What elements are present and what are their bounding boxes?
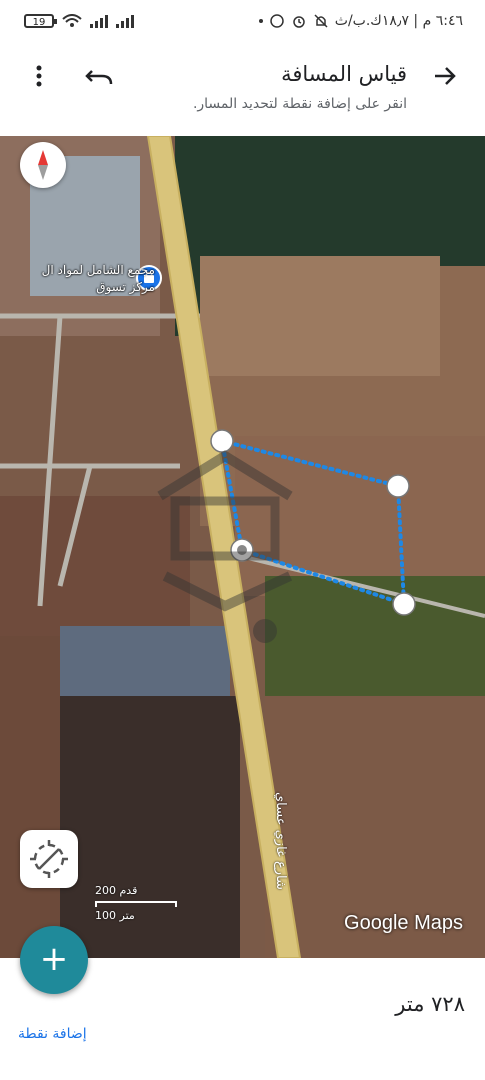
header: قياس المسافة انقر على إضافة نقطة لتحديد … [0, 50, 485, 136]
route-point[interactable] [392, 592, 416, 616]
scale-bar [95, 901, 177, 907]
arrow-right-icon[interactable] [431, 62, 459, 90]
undo-icon[interactable] [84, 62, 114, 90]
route-point[interactable] [210, 429, 234, 453]
whatsapp-icon [270, 14, 284, 28]
plus-icon: + [39, 939, 69, 979]
google-maps-attribution: Google Maps [344, 912, 463, 934]
alarm-icon [293, 16, 305, 28]
mute-icon [314, 14, 328, 28]
route-point[interactable] [386, 474, 410, 498]
scale-metric: 100 متر [95, 909, 135, 922]
locate-button[interactable] [20, 830, 78, 888]
place-name: مجمع الشامل لمواد ال [41, 263, 155, 277]
place-label[interactable]: مجمع الشامل لمواد ال مركز تسوق [42, 262, 155, 296]
wifi-icon [62, 14, 82, 27]
add-point-link[interactable]: إضافة نقطة [18, 1026, 87, 1042]
page-title: قياس المسافة [281, 62, 407, 86]
location-disabled-icon [30, 840, 68, 878]
add-point-fab[interactable]: + [20, 926, 88, 994]
street-label: شارع غازي عساي [273, 792, 288, 890]
map-scale: 200 قدم 100 متر [95, 884, 215, 924]
compass-button[interactable] [20, 142, 66, 188]
distance-value: ٧٢٨ متر [395, 992, 465, 1016]
more-vert-icon[interactable] [28, 62, 50, 90]
scale-imperial: 200 قدم [95, 884, 138, 897]
status-right-group: ٦:٤٦ م | ١٨٫٧ك.ب/ث [258, 13, 463, 29]
signal-icon [90, 14, 108, 28]
dot-icon [258, 19, 263, 23]
battery-icon: 19 [24, 14, 57, 28]
place-category: مركز تسوق [96, 280, 155, 294]
compass-icon [38, 150, 48, 180]
status-bar: 19 ٦:٤٦ م | ١٨٫٧ك.ب/ث [0, 0, 485, 50]
page-subtitle: انقر على إضافة نقطة لتحديد المسار. [192, 96, 407, 112]
signal-icon-2 [116, 14, 134, 28]
status-time: ٦:٤٦ م | ١٨٫٧ك.ب/ث [334, 13, 463, 29]
status-left-group: 19 [24, 14, 134, 28]
